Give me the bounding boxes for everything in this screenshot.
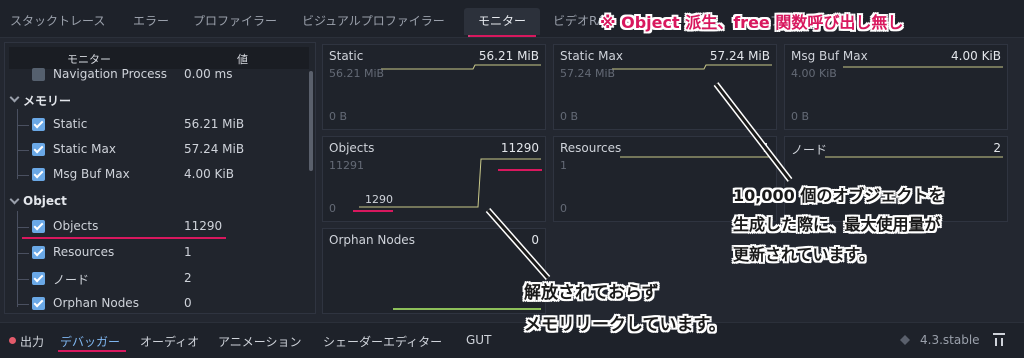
annotation-arrows [485, 82, 793, 280]
annotation-title: ※ Object 派生、free 関数呼び出し無し [600, 13, 904, 32]
annotation-note2-line1: 解放されておらず [524, 283, 659, 303]
annotation-note2-line2: メモリリークしています。 [524, 315, 726, 335]
annotation-note1-line3: 更新されています。 [733, 245, 875, 264]
annotation-note1-line1: 10,000 個のオブジェクトを [733, 186, 945, 205]
annotation-note1-line2: 生成した際に、最大使用量が [733, 215, 941, 234]
